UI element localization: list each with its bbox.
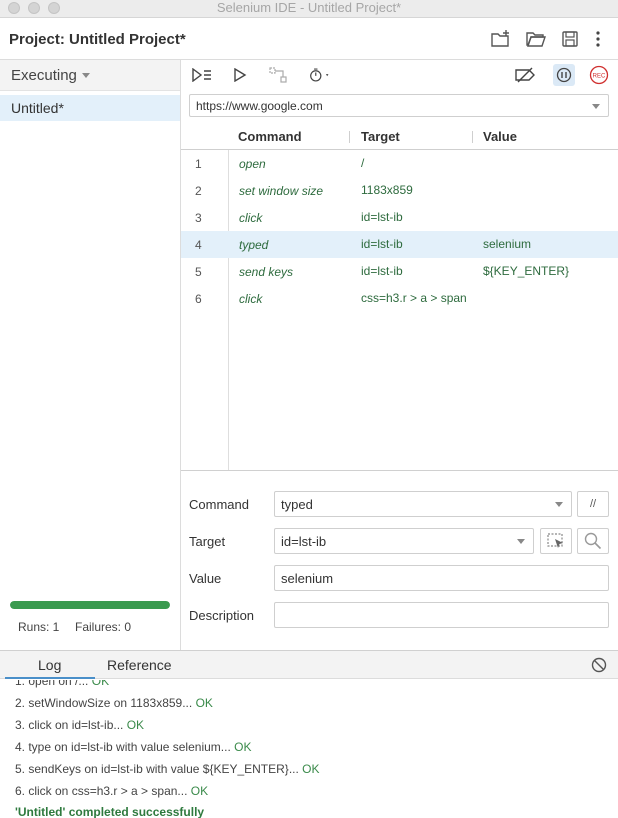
table-row-selected[interactable]: 4 typed id=lst-ib selenium: [181, 231, 618, 258]
command-editor: Command typed // Target id=lst-ib Value …: [181, 471, 618, 650]
project-label: Project:: [9, 31, 65, 48]
table-row[interactable]: 3 click id=lst-ib: [181, 204, 618, 231]
row-command: set window size: [239, 184, 324, 198]
column-divider[interactable]: [349, 131, 350, 143]
chevron-down-icon: [592, 104, 600, 109]
window-title: Selenium IDE - Untitled Project*: [216, 0, 402, 15]
cursor-select-icon: [547, 533, 563, 548]
log-tab-bar: Log Reference: [0, 651, 618, 679]
row-target: id=lst-ib: [361, 264, 403, 278]
window-titlebar: Selenium IDE - Untitled Project*: [0, 0, 618, 18]
new-project-icon[interactable]: [490, 28, 512, 50]
log-output: 1. open on /... OK 2. setWindowSize on 1…: [0, 680, 618, 818]
more-options-icon[interactable]: [587, 28, 609, 50]
column-header-command: Command: [238, 129, 302, 144]
chevron-down-icon: [82, 73, 90, 78]
row-number: 5: [195, 265, 202, 279]
log-entry: 6. click on css=h3.r > a > span... OK: [15, 784, 209, 798]
row-target: css=h3.r > a > span: [361, 291, 467, 305]
description-input[interactable]: [274, 602, 609, 628]
disable-breakpoints-icon[interactable]: [514, 64, 536, 86]
save-project-icon[interactable]: [559, 28, 581, 50]
project-header: Project: Untitled Project*: [0, 18, 618, 60]
row-number: 2: [195, 184, 202, 198]
run-all-tests-icon[interactable]: [191, 64, 213, 86]
row-value: ${KEY_ENTER}: [483, 264, 570, 278]
row-number: 1: [195, 157, 202, 171]
tab-reference[interactable]: Reference: [107, 657, 172, 673]
row-command: typed: [239, 238, 269, 252]
chevron-down-icon: [555, 502, 563, 507]
column-header-target: Target: [361, 129, 400, 144]
target-input-value: id=lst-ib: [281, 534, 327, 549]
sidebar-item-untitled[interactable]: Untitled*: [0, 95, 180, 121]
select-target-button[interactable]: [540, 528, 572, 554]
table-row[interactable]: 5 send keys id=lst-ib ${KEY_ENTER}: [181, 258, 618, 285]
tab-log[interactable]: Log: [38, 657, 61, 673]
commands-table: 1 open / 2 set window size 1183x859 3 cl…: [181, 150, 618, 470]
row-target: 1183x859: [361, 183, 413, 197]
project-name[interactable]: Untitled Project*: [69, 31, 186, 48]
sidebar: Executing Untitled* Runs: 1 Failures: 0: [0, 60, 181, 650]
table-row[interactable]: 1 open /: [181, 150, 618, 177]
row-number: 4: [195, 238, 202, 252]
log-entry: 5. sendKeys on id=lst-ib with value ${KE…: [15, 762, 320, 776]
log-entry: 4. type on id=lst-ib with value selenium…: [15, 740, 252, 754]
speed-stopwatch-icon[interactable]: [309, 64, 331, 86]
log-entry: 1. open on /... OK: [15, 680, 110, 688]
svg-text:REC: REC: [593, 74, 606, 80]
active-tab-indicator: [5, 677, 95, 679]
log-entry: 3. click on id=lst-ib... OK: [15, 718, 145, 732]
value-input-value: selenium: [281, 571, 334, 586]
command-input-value: typed: [281, 497, 313, 512]
base-url-value: https://www.google.com: [196, 99, 323, 113]
column-header-value: Value: [483, 129, 517, 144]
sidebar-mode-label: Executing: [11, 67, 77, 84]
runs-count: Runs: 1: [18, 620, 60, 634]
target-input[interactable]: id=lst-ib: [274, 528, 534, 554]
execution-progress-bar: [10, 601, 170, 609]
step-over-icon: [267, 64, 289, 86]
target-label: Target: [189, 534, 226, 549]
table-row[interactable]: 2 set window size 1183x859: [181, 177, 618, 204]
open-project-icon[interactable]: [525, 28, 547, 50]
row-value: selenium: [483, 237, 532, 251]
row-number: 6: [195, 292, 202, 306]
row-target: /: [361, 156, 365, 170]
row-target: id=lst-ib: [361, 237, 403, 251]
clear-log-icon[interactable]: [589, 655, 609, 675]
description-label: Description: [189, 608, 255, 623]
find-target-button[interactable]: [577, 528, 609, 554]
comment-toggle-button[interactable]: //: [577, 491, 609, 517]
commands-table-header: Command Target Value: [181, 125, 618, 150]
row-command: open: [239, 157, 266, 171]
pause-on-exceptions-icon[interactable]: [553, 64, 575, 86]
progress-fill: [10, 601, 170, 609]
row-command: click: [239, 211, 263, 225]
column-divider[interactable]: [472, 131, 473, 143]
row-target: id=lst-ib: [361, 210, 403, 224]
chevron-down-icon: [517, 539, 525, 544]
log-completed-message: 'Untitled' completed successfully: [15, 805, 205, 818]
search-icon: [584, 532, 602, 550]
run-current-test-icon[interactable]: [229, 64, 251, 86]
row-number: 3: [195, 211, 202, 225]
log-entry: 2. setWindowSize on 1183x859... OK: [15, 696, 213, 710]
row-command: click: [239, 292, 263, 306]
value-input[interactable]: selenium: [274, 565, 609, 591]
sidebar-mode-dropdown[interactable]: Executing: [0, 60, 180, 91]
table-row[interactable]: 6 click css=h3.r > a > span: [181, 285, 618, 321]
command-label: Command: [189, 497, 249, 512]
playback-toolbar: REC: [181, 60, 618, 90]
value-label: Value: [189, 571, 222, 586]
base-url-select[interactable]: https://www.google.com: [189, 94, 609, 117]
sidebar-item-label: Untitled*: [11, 100, 64, 116]
command-input[interactable]: typed: [274, 491, 572, 517]
row-command: send keys: [239, 265, 294, 279]
record-icon[interactable]: REC: [588, 64, 610, 86]
failures-count: Failures: 0: [75, 620, 132, 634]
